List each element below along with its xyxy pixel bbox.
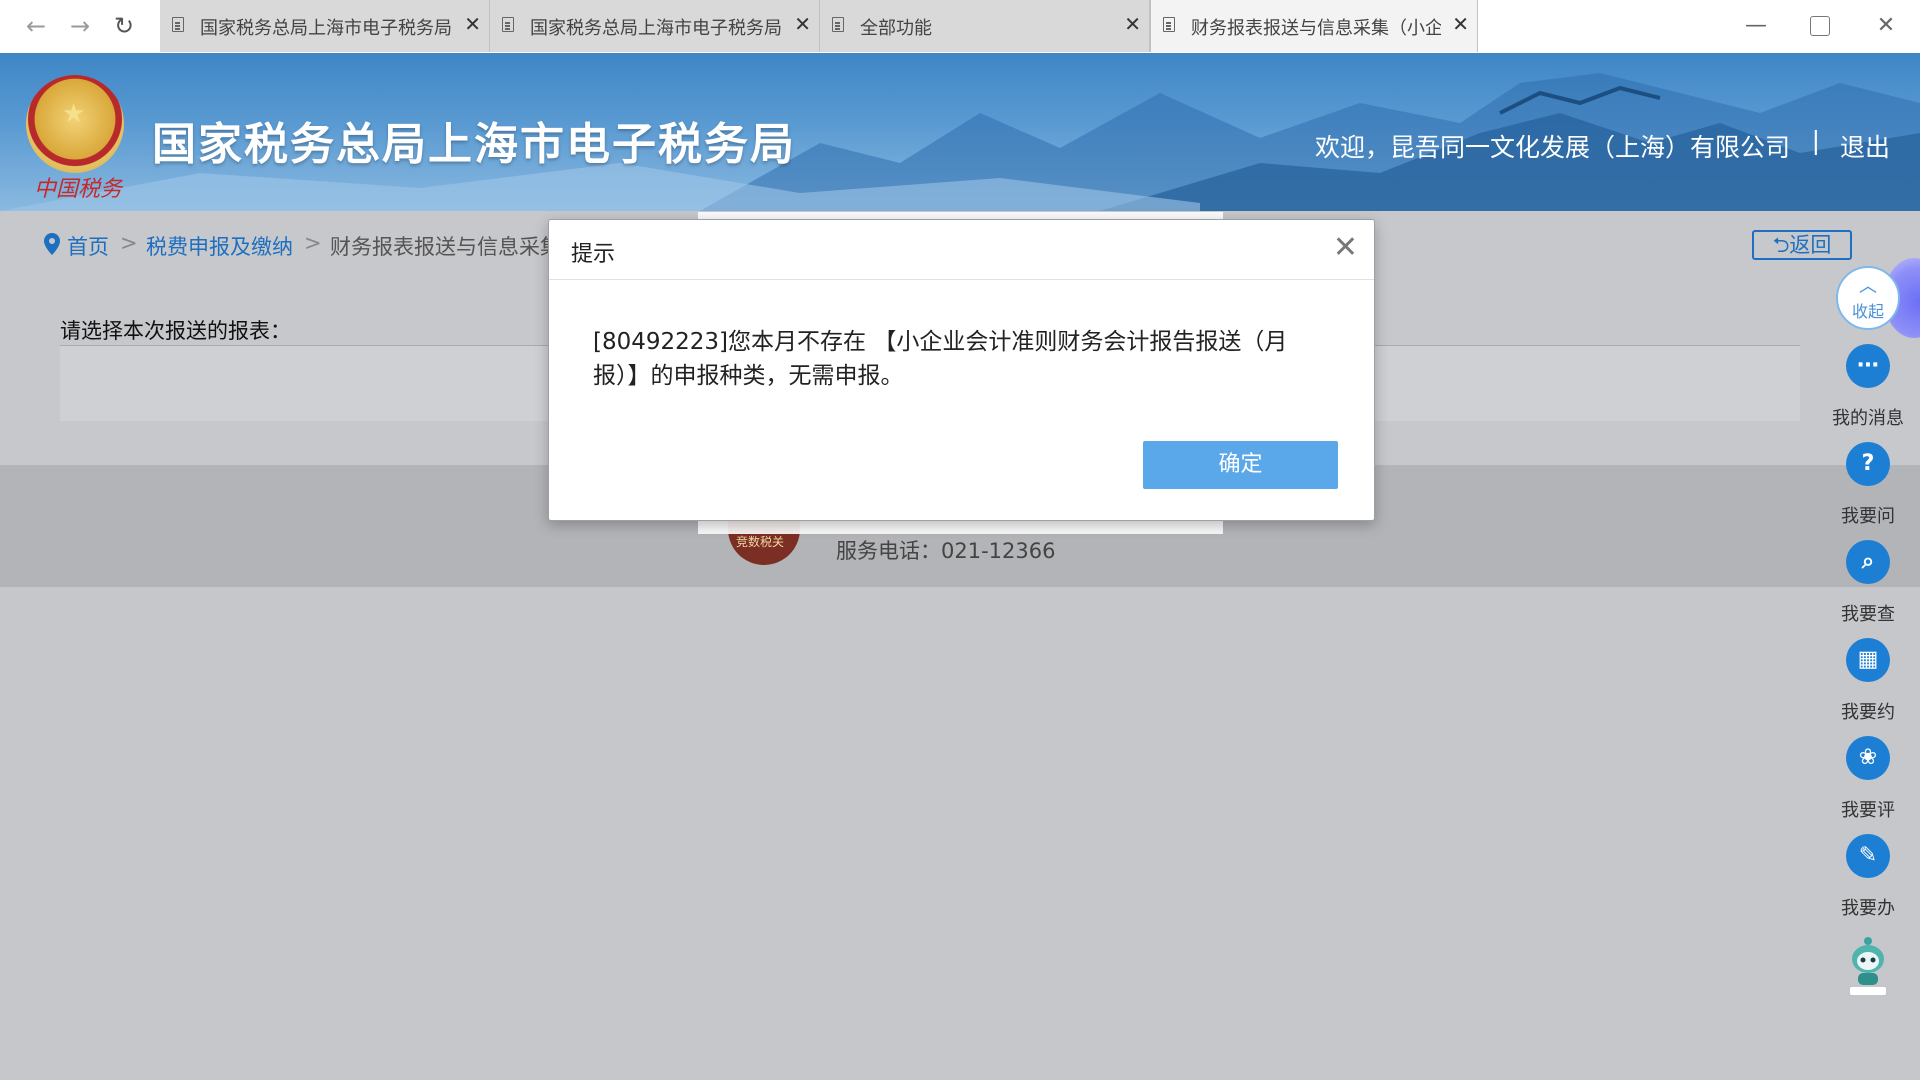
national-emblem-icon: ★ [26,75,124,173]
tab-title: 国家税务总局上海市电子税务局 [200,18,452,39]
browser-tab-active[interactable]: 财务报表报送与信息采集（小企 ✕ [1150,0,1478,52]
logout-link[interactable]: 退出 [1840,128,1890,164]
collapse-label: 收起 [1851,302,1884,321]
dialog-message: [80492223]您本月不存在 【小企业会计准则财务会计报告报送（月报）】的申… [593,329,1288,389]
document-icon [1163,17,1175,32]
collapse-dock-button[interactable]: ︿ 收起 [1836,266,1900,330]
search-icon: ⌕ [1846,540,1890,584]
dock-label: 我要查 [1841,604,1895,625]
tab-title: 财务报表报送与信息采集（小企 [1191,18,1441,39]
dock-item-evaluate[interactable]: ❀ 我要评 [1828,736,1908,822]
dock-item-search[interactable]: ⌕ 我要查 [1828,540,1908,626]
calendar-icon: ▦ [1846,638,1890,682]
dock-item-messages[interactable]: ⋯ 我的消息 [1828,344,1908,430]
return-arrow-icon: ⮌ [1772,233,1790,257]
dock-item-handle[interactable]: ✎ 我要办 [1828,834,1908,920]
reload-icon[interactable]: ↻ [108,10,140,42]
back-arrow-icon[interactable]: ← [20,10,52,42]
dock-label: 我要办 [1841,898,1895,919]
browser-tab-3[interactable]: 全部功能 ✕ [820,0,1150,52]
breadcrumb-current: 财务报表报送与信息采集 [330,235,561,259]
browser-tab-1[interactable]: 国家税务总局上海市电子税务局 ✕ [160,0,490,52]
minimize-icon[interactable]: — [1736,10,1776,42]
return-button[interactable]: ⮌返回 [1752,230,1852,260]
breadcrumb-separator: > [304,231,322,255]
edit-icon: ✎ [1846,834,1890,878]
question-icon: ? [1846,442,1890,486]
location-pin-icon [44,233,60,255]
message-icon: ⋯ [1846,344,1890,388]
footer-badge-text: 竞数税关 [736,535,785,549]
close-tab-icon[interactable]: ✕ [1452,12,1469,36]
report-select-prompt: 请选择本次报送的报表： [60,319,291,343]
header-separator: | [1811,126,1820,155]
emblem-caption: 中国税务 [34,177,123,202]
return-label: 返回 [1789,233,1832,257]
breadcrumb-separator: > [120,231,138,255]
service-phone: 服务电话：021-12366 [836,539,1056,563]
alert-dialog: 提示 ✕ [80492223]您本月不存在 【小企业会计准则财务会计报告报送（月… [548,219,1375,521]
breadcrumb-tax-declaration[interactable]: 税费申报及缴纳 [146,231,293,261]
tab-title: 国家税务总局上海市电子税务局 [530,18,782,39]
forward-arrow-icon[interactable]: → [64,10,96,42]
dialog-title: 提示 [571,242,616,267]
close-window-icon[interactable]: ✕ [1866,10,1906,42]
breadcrumb-home[interactable]: 首页 [67,231,109,261]
close-tab-icon[interactable]: ✕ [464,12,481,36]
tax-assistant-robot-icon[interactable] [1848,935,1888,997]
document-icon [172,17,184,32]
dock-item-ask[interactable]: ? 我要问 [1828,442,1908,528]
dock-label: 我要问 [1841,506,1895,527]
evaluate-icon: ❀ [1846,736,1890,780]
dock-item-appointment[interactable]: ▦ 我要约 [1828,638,1908,724]
site-header: ★ 中国税务 国家税务总局上海市电子税务局 欢迎，昆吾同一文化发展（上海）有限公… [0,53,1920,211]
close-tab-icon[interactable]: ✕ [1124,12,1141,36]
dialog-header: 提示 ✕ [549,220,1374,280]
dock-label: 我的消息 [1832,408,1904,429]
document-icon [832,17,844,32]
dock-label: 我要评 [1841,800,1895,821]
dock-label: 我要约 [1841,702,1895,723]
site-title: 国家税务总局上海市电子税务局 [152,119,796,170]
tab-title: 全部功能 [860,18,932,39]
dialog-close-icon[interactable]: ✕ [1333,230,1358,265]
browser-toolbar: ← → ↻ 国家税务总局上海市电子税务局 ✕ 国家税务总局上海市电子税务局 ✕ … [0,0,1920,54]
browser-tab-2[interactable]: 国家税务总局上海市电子税务局 ✕ [490,0,820,52]
document-icon [502,17,514,32]
confirm-button[interactable]: 确定 [1143,441,1338,489]
welcome-text: 欢迎，昆吾同一文化发展（上海）有限公司 [1314,133,1790,162]
close-tab-icon[interactable]: ✕ [794,12,811,36]
maximize-icon[interactable] [1800,10,1840,42]
chevron-up-icon: ︿ [1859,276,1877,297]
